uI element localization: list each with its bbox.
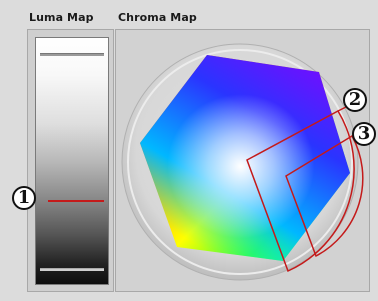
chroma-map-overlay <box>48 43 364 281</box>
marker-1: 1 <box>12 186 36 210</box>
marker-2: 2 <box>343 88 367 112</box>
marker-3: 3 <box>352 122 376 146</box>
